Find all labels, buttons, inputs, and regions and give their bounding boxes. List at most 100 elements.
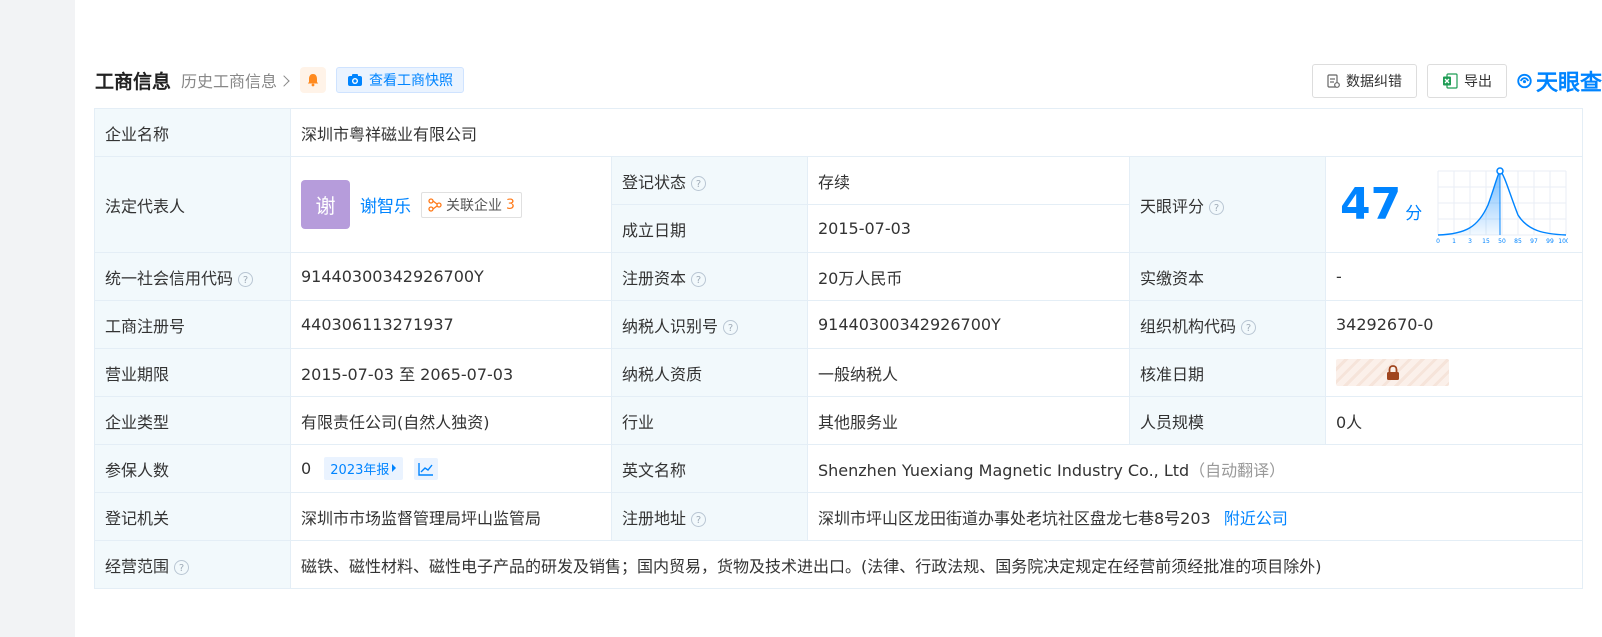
locked-value[interactable] <box>1336 359 1449 386</box>
section-header: 工商信息 历史工商信息 查看工商快照 <box>95 64 465 96</box>
bell-button[interactable] <box>300 67 327 93</box>
annual-report-tag[interactable]: 2023年报 <box>324 456 404 480</box>
scope-value: 磁铁、磁性材料、磁性电子产品的研发及销售；国内贸易，货物及技术进出口。(法律、行… <box>289 540 1584 589</box>
company-name-label: 企业名称 <box>94 108 291 157</box>
paid-capital-value: - <box>1324 252 1584 301</box>
table-row: 法定代表人 谢 谢智乐 关联企业 3 登记状态? 存续 天眼评分? 47 分 0… <box>94 156 1584 253</box>
chevron-right-icon <box>278 74 290 87</box>
score-tick: 100 <box>1558 238 1568 245</box>
bell-icon <box>307 74 319 87</box>
tianyancha-logo-icon <box>1517 73 1532 89</box>
score-tick: 0 <box>1436 238 1440 245</box>
credit-code-label-text: 统一社会信用代码 <box>105 268 234 288</box>
reg-no-value: 440306113271937 <box>290 300 612 349</box>
trend-chart-button[interactable] <box>414 458 439 481</box>
founded-label: 成立日期 <box>611 204 808 253</box>
founded-value: 2015-07-03 <box>807 204 1130 253</box>
org-code-value: 34292670-0 <box>1324 300 1584 349</box>
data-correction-button[interactable]: 数据纠错 <box>1312 64 1417 98</box>
insured-label: 参保人数 <box>94 444 291 493</box>
english-name-label: 英文名称 <box>611 444 808 493</box>
score-tick: 15 <box>1482 238 1490 245</box>
score-tick: 1 <box>1452 238 1456 245</box>
score-label: 天眼评分? <box>1129 156 1326 253</box>
authority-label: 登记机关 <box>94 492 291 541</box>
table-row: 经营范围? 磁铁、磁性材料、磁性电子产品的研发及销售；国内贸易，货物及技术进出口… <box>94 540 1584 589</box>
score-tick: 97 <box>1530 238 1538 245</box>
scope-label-text: 经营范围 <box>105 556 170 576</box>
export-label: 导出 <box>1464 74 1492 90</box>
score-tick: 85 <box>1514 238 1522 245</box>
question-icon[interactable]: ? <box>174 559 190 575</box>
question-icon[interactable]: ? <box>691 175 707 191</box>
section-title: 工商信息 <box>95 70 172 93</box>
company-type-label: 企业类型 <box>94 396 291 445</box>
table-row: 企业名称 深圳市粤祥磁业有限公司 <box>94 108 1584 157</box>
caret-right-icon <box>392 464 397 473</box>
insured-value: 0 <box>301 458 312 478</box>
export-button[interactable]: 导出 <box>1427 64 1507 98</box>
paid-capital-label: 实缴资本 <box>1129 252 1326 301</box>
score-tick: 3 <box>1468 238 1472 245</box>
score-unit: 分 <box>1405 204 1423 224</box>
table-row: 统一社会信用代码? 91440300342926700Y 注册资本? 20万人民… <box>94 252 1584 301</box>
english-name-value: Shenzhen Yuexiang Magnetic Industry Co.,… <box>818 460 1190 480</box>
camera-icon <box>348 74 363 86</box>
excel-icon <box>1443 73 1458 89</box>
history-link[interactable]: 历史工商信息 <box>181 68 290 92</box>
score-cell[interactable]: 47 分 0 1 3 15 50 85 97 99 10 <box>1324 156 1584 253</box>
related-count: 3 <box>506 196 515 213</box>
question-icon[interactable]: ? <box>691 271 707 287</box>
capital-value: 20万人民币 <box>807 252 1130 301</box>
credit-code-value: 91440300342926700Y <box>290 252 612 301</box>
address-label-text: 注册地址 <box>622 508 687 528</box>
org-code-label: 组织机构代码? <box>1129 300 1326 349</box>
score-value: 47 <box>1340 179 1402 230</box>
page: 工商信息 历史工商信息 查看工商快照 数据纠错 导出 天眼查 企业名称 深圳市粤… <box>75 0 1602 637</box>
company-name: 深圳市粤祥磁业有限公司 <box>289 108 1584 157</box>
business-info-table: 企业名称 深圳市粤祥磁业有限公司 法定代表人 谢 谢智乐 关联企业 3 登记状态… <box>94 108 1584 589</box>
question-icon[interactable]: ? <box>1209 199 1225 215</box>
question-icon[interactable]: ? <box>723 319 739 335</box>
snapshot-button[interactable]: 查看工商快照 <box>336 67 465 93</box>
org-code-label-text: 组织机构代码 <box>1140 316 1237 336</box>
address-value: 深圳市坪山区龙田街道办事处老坑社区盘龙七巷8号203 <box>818 508 1211 528</box>
annual-report-label: 2023年报 <box>330 462 390 478</box>
insured-cell: 0 2023年报 <box>290 444 612 493</box>
term-label: 营业期限 <box>94 348 291 397</box>
score-tick: 99 <box>1546 238 1554 245</box>
lock-icon <box>1386 364 1399 380</box>
question-icon[interactable]: ? <box>1241 319 1257 335</box>
score-label-text: 天眼评分 <box>1140 196 1205 216</box>
table-row: 参保人数 0 2023年报 英文名称 Shenzhen Yuexiang Mag… <box>94 444 1584 493</box>
status-label: 登记状态? <box>611 156 808 205</box>
company-type-value: 有限责任公司(自然人独资) <box>290 396 612 445</box>
approve-date-label: 核准日期 <box>1129 348 1326 397</box>
snapshot-label: 查看工商快照 <box>369 73 454 89</box>
avatar[interactable]: 谢 <box>301 180 350 229</box>
legal-rep-cell: 谢 谢智乐 关联企业 3 <box>290 156 612 253</box>
nearby-companies-link[interactable]: 附近公司 <box>1224 509 1288 528</box>
question-icon[interactable]: ? <box>238 271 254 287</box>
related-companies-badge[interactable]: 关联企业 3 <box>421 191 522 218</box>
legal-rep-name-link[interactable]: 谢智乐 <box>360 192 411 217</box>
auto-translate-note: （自动翻译） <box>1189 460 1286 480</box>
english-name-cell: Shenzhen Yuexiang Magnetic Industry Co.,… <box>806 444 1584 493</box>
question-icon[interactable]: ? <box>691 511 707 527</box>
table-row: 营业期限 2015-07-03 至 2065-07-03 纳税人资质 一般纳税人… <box>94 348 1584 397</box>
credit-code-label: 统一社会信用代码? <box>94 252 291 301</box>
staff-label: 人员规模 <box>1129 396 1326 445</box>
score-distribution-chart: 0 1 3 15 50 85 97 99 100 <box>1436 166 1568 245</box>
table-row: 企业类型 有限责任公司(自然人独资) 行业 其他服务业 人员规模 0人 <box>94 396 1584 445</box>
legal-rep-label: 法定代表人 <box>94 156 291 253</box>
reg-no-label: 工商注册号 <box>94 300 291 349</box>
scope-label: 经营范围? <box>94 540 291 589</box>
status-label-text: 登记状态 <box>622 172 687 192</box>
data-correction-label: 数据纠错 <box>1346 74 1402 90</box>
history-label: 历史工商信息 <box>181 72 278 91</box>
score-tick: 50 <box>1498 238 1506 245</box>
tax-qualification-label: 纳税人资质 <box>611 348 808 397</box>
brand-logo: 天眼查 <box>1517 65 1602 97</box>
table-row: 登记机关 深圳市市场监督管理局坪山监管局 注册地址? 深圳市坪山区龙田街道办事处… <box>94 492 1584 541</box>
tax-id-value: 91440300342926700Y <box>807 300 1130 349</box>
